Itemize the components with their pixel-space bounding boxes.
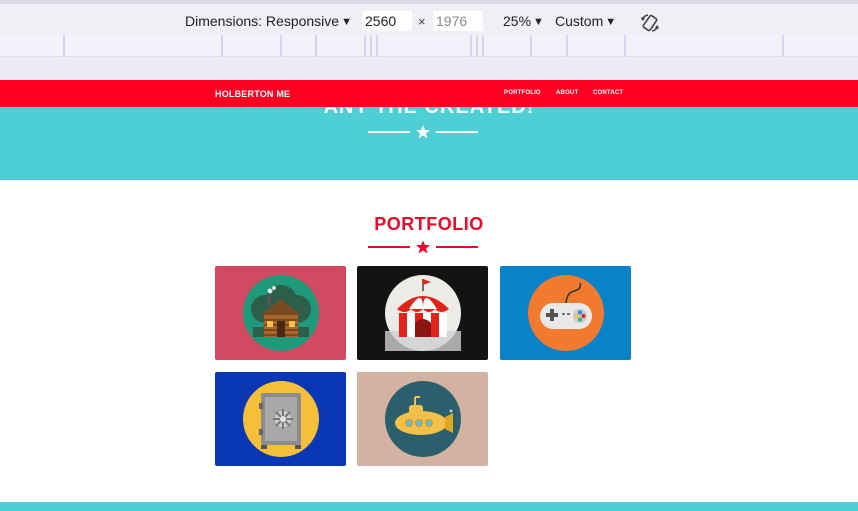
chevron-down-icon: ▼: [341, 16, 352, 28]
portfolio-item-safe[interactable]: [215, 372, 346, 466]
ruler-breakpoint[interactable]: [476, 35, 478, 57]
brand-logo[interactable]: HOLBERTON ME: [215, 89, 290, 99]
devtools-device-toolbar: Dimensions: Responsive▼ × 25%▼ Custom▼: [0, 0, 858, 35]
portfolio-item-game-controller[interactable]: [500, 266, 631, 360]
ruler-breakpoint[interactable]: [280, 35, 282, 57]
ruler-breakpoint[interactable]: [482, 35, 484, 57]
zoom-label: 25%: [503, 13, 532, 29]
media-query-ruler[interactable]: [0, 35, 858, 57]
chevron-down-icon: ▼: [533, 16, 544, 28]
game-controller-icon: [528, 275, 604, 351]
dimensions-label: Dimensions: Responsive: [185, 13, 340, 29]
ruler-breakpoint[interactable]: [782, 35, 784, 57]
toolbar-gap: [0, 57, 858, 80]
nav-link-portfolio[interactable]: PORTFOLIO: [504, 90, 541, 96]
height-input[interactable]: [433, 11, 483, 31]
throttle-label: Custom: [555, 13, 604, 29]
safe-icon: [243, 381, 319, 457]
nav-link-contact[interactable]: CONTACT: [593, 90, 623, 96]
ruler-breakpoint[interactable]: [530, 35, 532, 57]
circus-tent-icon: [385, 275, 461, 351]
site-navbar: HOLBERTON ME PORTFOLIO ABOUT CONTACT: [0, 80, 858, 107]
star-divider: [368, 240, 478, 254]
submarine-icon: [385, 381, 461, 457]
zoom-dropdown[interactable]: 25% ▼: [503, 13, 544, 29]
dimensions-dropdown[interactable]: Dimensions: Responsive ▼: [185, 13, 352, 29]
portfolio-item-circus-tent[interactable]: [357, 266, 488, 360]
chevron-down-icon: ▼: [605, 16, 617, 28]
cabin-icon: [243, 275, 319, 351]
ruler-breakpoint[interactable]: [370, 35, 372, 57]
throttle-dropdown[interactable]: Custom ▼: [555, 13, 616, 29]
ruler-breakpoint[interactable]: [470, 35, 472, 57]
star-icon: [416, 125, 430, 139]
width-input[interactable]: [362, 11, 412, 31]
rotate-icon[interactable]: [639, 12, 661, 34]
ruler-breakpoint[interactable]: [376, 35, 378, 57]
footer-section: [0, 502, 858, 511]
ruler-breakpoint[interactable]: [566, 35, 568, 57]
portfolio-title: PORTFOLIO: [374, 214, 484, 234]
star-icon: [416, 240, 430, 254]
nav-link-about[interactable]: ABOUT: [556, 90, 578, 96]
ruler-breakpoint[interactable]: [364, 35, 366, 57]
ruler-breakpoint[interactable]: [315, 35, 317, 57]
ruler-breakpoint[interactable]: [624, 35, 626, 57]
ruler-breakpoint[interactable]: [63, 35, 65, 57]
portfolio-item-submarine[interactable]: [357, 372, 488, 466]
star-divider: [368, 125, 478, 139]
times-separator: ×: [418, 14, 426, 29]
page-viewport: ANY THE CREATED! HOLBERTON ME PORTFOLIO …: [0, 80, 858, 511]
portfolio-item-cabin[interactable]: [215, 266, 346, 360]
ruler-breakpoint[interactable]: [221, 35, 223, 57]
